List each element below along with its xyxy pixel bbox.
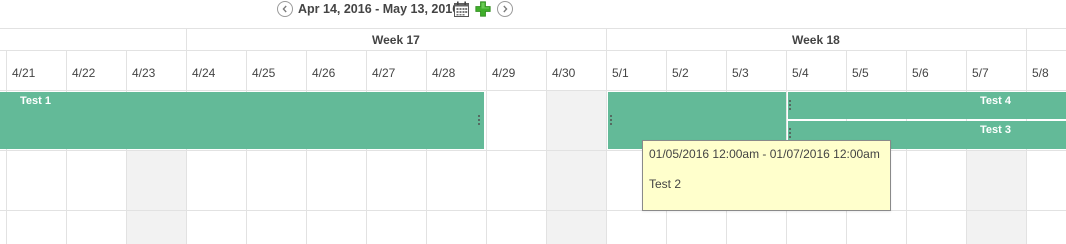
week-header-18: Week 18	[792, 33, 840, 47]
resize-handle[interactable]	[610, 115, 613, 125]
event-tooltip: 01/05/2016 12:00am - 01/07/2016 12:00am …	[642, 140, 891, 211]
day-header: 4/30	[552, 66, 576, 80]
resize-handle[interactable]	[789, 128, 792, 138]
prev-range-button[interactable]	[277, 1, 293, 17]
next-range-button[interactable]	[497, 1, 513, 17]
day-header: 4/28	[432, 66, 456, 80]
calendar-button[interactable]	[454, 1, 469, 17]
event-title: Test 1	[20, 95, 51, 107]
chevron-left-icon	[282, 5, 287, 13]
day-header: 4/29	[492, 66, 516, 80]
day-header: 4/27	[372, 66, 396, 80]
event-test-1[interactable]: Test 1	[0, 92, 484, 149]
event-title: Test 3	[980, 124, 1011, 136]
chevron-right-icon	[503, 5, 508, 13]
week-header-17: Week 17	[372, 33, 420, 47]
day-header: 5/7	[972, 66, 989, 80]
day-separator	[606, 50, 607, 244]
day-separator	[486, 50, 487, 244]
day-header: 5/6	[912, 66, 929, 80]
calendar-icon	[454, 1, 469, 17]
tooltip-date-range: 01/05/2016 12:00am - 01/07/2016 12:00am	[649, 147, 880, 161]
resize-handle[interactable]	[789, 100, 792, 110]
week-separator	[1026, 28, 1027, 51]
offday-shade	[546, 91, 606, 244]
day-header: 5/5	[852, 66, 869, 80]
day-header: 4/22	[72, 66, 96, 80]
week-separator	[606, 28, 607, 51]
day-separator	[546, 50, 547, 244]
offday-shade	[126, 151, 186, 244]
day-header: 4/26	[312, 66, 336, 80]
day-header: 4/25	[252, 66, 276, 80]
week-separator	[186, 28, 187, 51]
event-title: Test 4	[980, 95, 1011, 107]
date-range-label: Apr 14, 2016 - May 13, 2016	[298, 2, 460, 16]
add-event-button[interactable]	[475, 1, 491, 17]
day-header: 5/4	[792, 66, 809, 80]
day-header: 4/23	[132, 66, 156, 80]
event-test-4[interactable]: Test 4	[788, 92, 1066, 119]
day-header: 4/24	[192, 66, 216, 80]
day-header: 5/2	[672, 66, 689, 80]
tooltip-event-title: Test 2	[649, 177, 682, 191]
day-header: 4/21	[12, 66, 36, 80]
day-header: 5/8	[1032, 66, 1049, 80]
plus-icon	[475, 1, 491, 17]
day-header: 5/1	[612, 66, 629, 80]
offday-shade	[966, 151, 1026, 244]
resize-handle[interactable]	[478, 115, 481, 125]
header-divider	[0, 28, 1066, 29]
day-header: 5/3	[732, 66, 749, 80]
